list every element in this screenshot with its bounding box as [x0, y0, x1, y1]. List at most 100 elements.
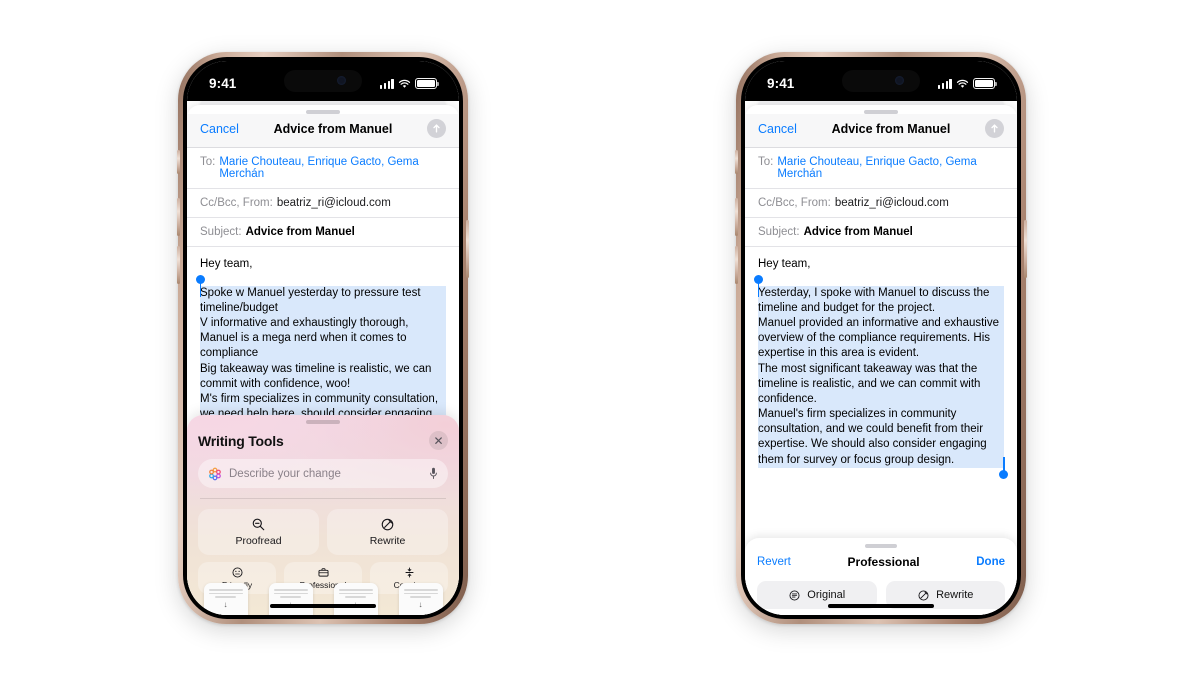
- action-button[interactable]: [735, 150, 738, 174]
- home-indicator[interactable]: [270, 603, 376, 608]
- screen-right: 9:41 Cancel Advice from Manuel To: Marie…: [745, 61, 1017, 615]
- status-time: 9:41: [209, 76, 237, 91]
- friendly-button[interactable]: Friendly: [198, 561, 276, 594]
- compose-navbar: Cancel Advice from Manuel: [187, 114, 459, 148]
- cancel-button[interactable]: Cancel: [758, 122, 797, 136]
- status-indicators: [937, 78, 997, 89]
- wifi-icon: [956, 79, 969, 88]
- status-indicators: [379, 78, 439, 89]
- mail-compose-sheet-right: Cancel Advice from Manuel To: Marie Chou…: [745, 105, 1017, 615]
- selection-handle-end[interactable]: [999, 469, 1008, 479]
- power-button[interactable]: [1024, 220, 1027, 278]
- body-paragraph: Manuel provided an informative and exhau…: [758, 317, 1000, 360]
- to-label: To:: [200, 156, 216, 168]
- body-paragraph: The most significant takeaway was that t…: [758, 362, 981, 405]
- briefcase-icon: [317, 567, 329, 577]
- to-recipients[interactable]: Marie Chouteau, Enrique Gacto, Gema Merc…: [219, 156, 446, 180]
- wifi-icon: [398, 79, 411, 88]
- selection-handle-end-bar: [1002, 456, 1005, 471]
- dynamic-island: [842, 70, 920, 92]
- subject-value[interactable]: Advice from Manuel: [246, 226, 355, 238]
- action-button[interactable]: [177, 150, 180, 174]
- describe-change-input[interactable]: Describe your change: [198, 459, 448, 488]
- friendly-label: Friendly: [221, 579, 253, 590]
- status-bar-right: 9:41: [745, 61, 1017, 101]
- compose-title: Advice from Manuel: [831, 121, 951, 136]
- to-field-row[interactable]: To: Marie Chouteau, Enrique Gacto, Gema …: [745, 148, 1017, 189]
- rewrite-bar-header: Revert Professional Done: [757, 555, 1005, 569]
- volume-up-button[interactable]: [177, 198, 180, 236]
- battery-full-icon: [973, 78, 997, 89]
- home-indicator[interactable]: [828, 603, 934, 608]
- rewrite-bar-grabber[interactable]: [865, 544, 897, 548]
- writing-tools-primary-actions: Proofread Rewrite: [198, 508, 448, 555]
- send-button[interactable]: [427, 119, 446, 138]
- from-address[interactable]: beatriz_ri@icloud.com: [835, 197, 949, 209]
- ccbcc-from-row[interactable]: Cc/Bcc, From: beatriz_ri@icloud.com: [745, 189, 1017, 218]
- ccbcc-from-row[interactable]: Cc/Bcc, From: beatriz_ri@icloud.com: [187, 189, 459, 218]
- cellular-bars-icon: [937, 78, 952, 89]
- done-button[interactable]: Done: [976, 556, 1005, 568]
- dynamic-island: [284, 70, 362, 92]
- subject-row[interactable]: Subject: Advice from Manuel: [187, 218, 459, 247]
- rewrite-label: Rewrite: [936, 589, 974, 601]
- send-button[interactable]: [985, 119, 1004, 138]
- send-arrow-up-icon: [991, 124, 998, 133]
- compose-navbar: Cancel Advice from Manuel: [745, 114, 1017, 148]
- body-paragraph: Manuel's firm specializes in community c…: [758, 408, 987, 466]
- body-paragraph: V informative and exhaustingly thorough,…: [200, 317, 409, 360]
- to-label: To:: [758, 156, 774, 168]
- phone-right: 9:41 Cancel Advice from Manuel To: Marie…: [735, 52, 1027, 624]
- compress-arrows-icon: [404, 566, 414, 578]
- to-field-row[interactable]: To: Marie Chouteau, Enrique Gacto, Gema …: [187, 148, 459, 189]
- concise-button[interactable]: Concise: [370, 561, 448, 594]
- subject-label: Subject:: [758, 226, 800, 238]
- volume-up-button[interactable]: [735, 198, 738, 236]
- professional-label: Professional: [299, 579, 347, 590]
- apple-intelligence-icon: [209, 467, 221, 480]
- writing-tools-header: Writing Tools ✕: [198, 431, 448, 450]
- send-arrow-up-icon: [433, 124, 440, 133]
- proofread-button[interactable]: Proofread: [198, 508, 319, 555]
- mail-compose-sheet-left: Cancel Advice from Manuel To: Marie Chou…: [187, 105, 459, 615]
- close-x-icon[interactable]: ✕: [429, 431, 448, 450]
- compose-title: Advice from Manuel: [273, 121, 393, 136]
- panel-divider: [200, 498, 446, 499]
- screen-left: 9:41 Cancel Advice from Manuel To: Marie…: [187, 61, 459, 615]
- body-greeting: Hey team,: [758, 258, 811, 270]
- front-camera-icon: [894, 76, 904, 85]
- power-button[interactable]: [466, 220, 469, 278]
- proofread-label: Proofread: [235, 534, 282, 547]
- magnifier-minus-icon: [252, 518, 265, 530]
- ccbcc-label: Cc/Bcc, From:: [758, 197, 831, 209]
- status-time: 9:41: [767, 76, 795, 91]
- battery-full-icon: [415, 78, 439, 89]
- microphone-icon[interactable]: [429, 467, 438, 480]
- original-label: Original: [807, 589, 846, 601]
- rewrite-button[interactable]: Rewrite: [327, 508, 448, 555]
- to-recipients[interactable]: Marie Chouteau, Enrique Gacto, Gema Merc…: [777, 156, 1004, 180]
- pencil-circle-icon: [918, 589, 929, 601]
- from-address[interactable]: beatriz_ri@icloud.com: [277, 197, 391, 209]
- ccbcc-label: Cc/Bcc, From:: [200, 197, 273, 209]
- subject-label: Subject:: [200, 226, 242, 238]
- writing-tools-grabber[interactable]: [306, 420, 340, 424]
- rewrite-label: Rewrite: [369, 534, 406, 547]
- selected-text-rewritten[interactable]: Yesterday, I spoke with Manuel to discus…: [754, 274, 1008, 479]
- revert-button[interactable]: Revert: [757, 556, 791, 568]
- volume-down-button[interactable]: [177, 246, 180, 284]
- writing-tools-panel: Writing Tools ✕ Describe your change Pro…: [187, 415, 459, 615]
- writing-tools-title: Writing Tools: [198, 432, 284, 449]
- rewrite-style-title: Professional: [847, 555, 920, 569]
- subject-value[interactable]: Advice from Manuel: [804, 226, 913, 238]
- cellular-bars-icon: [379, 78, 394, 89]
- subject-row[interactable]: Subject: Advice from Manuel: [745, 218, 1017, 247]
- phone-bezel-left: 9:41 Cancel Advice from Manuel To: Marie…: [183, 57, 463, 619]
- professional-button[interactable]: Professional: [284, 561, 362, 594]
- cancel-button[interactable]: Cancel: [200, 122, 239, 136]
- selection-handle-start-bar: [757, 282, 760, 297]
- phone-left: 9:41 Cancel Advice from Manuel To: Marie…: [177, 52, 469, 624]
- smiley-face-icon: [231, 566, 243, 578]
- pencil-circle-icon: [381, 518, 394, 530]
- volume-down-button[interactable]: [735, 246, 738, 284]
